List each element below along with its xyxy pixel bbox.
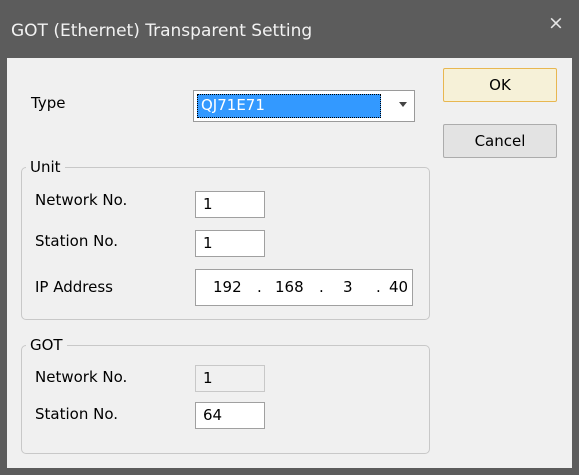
ip-separator: . (376, 278, 381, 296)
close-icon[interactable]: × (533, 0, 579, 46)
got-group-legend: GOT (30, 336, 63, 354)
unit-network-input[interactable]: 1 (195, 191, 265, 218)
window-frame-left (0, 58, 7, 475)
ip-address-label: IP Address (35, 278, 113, 296)
window-frame-bottom (0, 468, 579, 475)
dialog-content: Type QJ71E71 OK Cancel Unit Network No. … (7, 58, 572, 468)
got-network-label: Network No. (35, 368, 128, 386)
cancel-button[interactable]: Cancel (443, 124, 557, 158)
unit-station-input[interactable]: 1 (195, 230, 265, 257)
window-frame-right (572, 58, 579, 475)
unit-network-label: Network No. (35, 191, 128, 209)
ip-octet-4[interactable]: 40 (389, 278, 408, 296)
title-bar: GOT (Ethernet) Transparent Setting × (0, 0, 579, 58)
dialog-title: GOT (Ethernet) Transparent Setting (11, 21, 313, 41)
ok-button[interactable]: OK (443, 68, 557, 102)
transparent-setting-dialog: GOT (Ethernet) Transparent Setting × Typ… (0, 0, 579, 475)
got-station-input[interactable]: 64 (195, 402, 265, 429)
ip-octet-3[interactable]: 3 (343, 278, 353, 296)
type-label: Type (31, 94, 66, 112)
ip-octet-2[interactable]: 168 (275, 278, 304, 296)
unit-group-legend: Unit (30, 158, 61, 176)
got-network-input: 1 (195, 365, 265, 392)
type-select-value: QJ71E71 (197, 94, 381, 118)
got-station-label: Station No. (35, 405, 118, 423)
got-group: GOT (21, 336, 430, 454)
ip-address-input[interactable]: 192 . 168 . 3 . 40 (195, 269, 413, 306)
unit-station-label: Station No. (35, 232, 118, 250)
ip-separator: . (319, 278, 324, 296)
ip-separator: . (257, 278, 262, 296)
type-select[interactable]: QJ71E71 (193, 90, 415, 122)
chevron-down-icon[interactable] (399, 102, 407, 107)
ip-octet-1[interactable]: 192 (213, 278, 242, 296)
